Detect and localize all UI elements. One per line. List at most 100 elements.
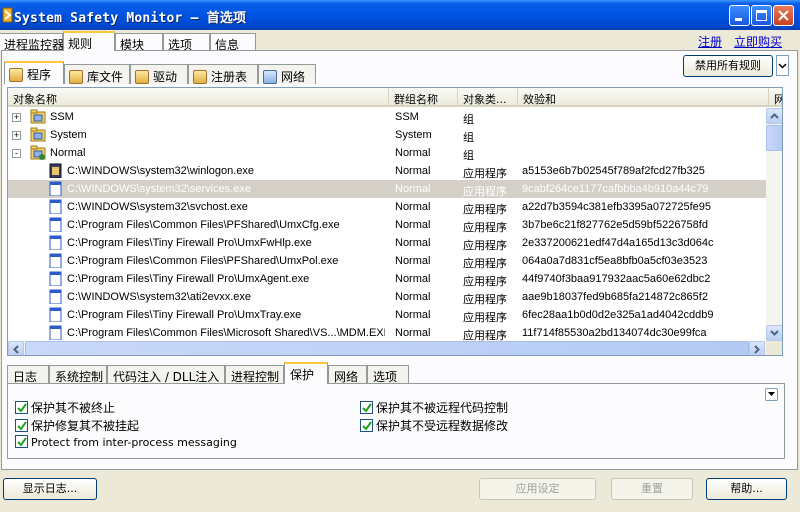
table-row[interactable]: C:\WINDOWS\system32\winlogon.exe Normal 应用… — [8, 162, 766, 180]
tab-info[interactable]: 信息 — [210, 33, 256, 52]
checkbox-protect-remote-data[interactable]: 保护其不受远程数据修改 — [360, 417, 508, 434]
checkbox-box[interactable] — [15, 419, 28, 432]
subtab-registry[interactable]: 注册表 — [188, 64, 258, 84]
cell-object-type: 应用程序 — [463, 294, 507, 306]
scroll-left-button[interactable] — [8, 341, 24, 355]
show-log-button[interactable]: 显示日志... — [3, 478, 97, 500]
subtab-drivers[interactable]: 驱动 — [130, 64, 188, 84]
checkbox-box[interactable] — [15, 435, 28, 448]
checkbox-protect-suspend[interactable]: 保护修复其不被挂起 — [15, 417, 139, 434]
cell-object-type: 应用程序 — [463, 186, 507, 198]
cell-object-name: C:\Program Files\Tiny Firewall Pro\UmxAg… — [67, 273, 310, 285]
checkbox-box[interactable] — [360, 401, 373, 414]
table-row[interactable]: C:\Program Files\Tiny Firewall Pro\UmxTr… — [8, 306, 766, 324]
table-row[interactable]: + System System 组 — [8, 126, 766, 144]
column-checksum[interactable]: 效验和 — [518, 88, 769, 107]
folder-open-icon — [30, 145, 46, 160]
tab-system-control[interactable]: 系统控制 — [49, 365, 107, 384]
table-row[interactable]: C:\Program Files\Common Files\PFShared\U… — [8, 216, 766, 234]
cell-checksum: a5153e6b7b02545f789af2fcd27fb325 — [522, 165, 705, 177]
list-header: 对象名称 群组名称 对象类... 效验和 网 — [8, 88, 782, 107]
tab-process-control[interactable]: 进程控制 — [225, 365, 284, 384]
cell-object-type: 应用程序 — [463, 240, 507, 252]
column-network[interactable]: 网 — [769, 88, 782, 107]
tab-log[interactable]: 日志 — [7, 365, 49, 384]
scroll-up-button[interactable] — [766, 108, 782, 124]
table-row[interactable]: C:\WINDOWS\system32\svchost.exe Normal 应用程… — [8, 198, 766, 216]
cell-checksum: 064a0a7d831cf5ea8bfb0a5cf03e3523 — [522, 255, 708, 267]
subtab-network[interactable]: 网络 — [258, 64, 316, 84]
column-object-type[interactable]: 对象类... — [458, 88, 518, 107]
checkbox-protect-messaging[interactable]: Protect from inter-process messaging — [15, 435, 237, 449]
table-row[interactable]: - Normal Normal 组 — [8, 144, 766, 162]
table-row[interactable]: C:\Program Files\Common Files\Microsoft … — [8, 324, 766, 342]
checkbox-box[interactable] — [360, 419, 373, 432]
horizontal-scroll-thumb[interactable] — [25, 341, 749, 355]
reset-button[interactable]: 重置 — [611, 478, 693, 500]
checkbox-label: 保护修复其不被挂起 — [31, 419, 140, 433]
subtab-programs[interactable]: 程序 — [4, 61, 64, 84]
buy-now-link[interactable]: 立即购买 — [734, 33, 782, 50]
checkbox-box[interactable] — [15, 401, 28, 414]
close-button[interactable] — [773, 5, 794, 26]
file-icon — [49, 307, 62, 322]
main-tab-strip: 进程监控器 规则 模块 选项 信息 — [0, 31, 800, 52]
collapse-icon[interactable]: - — [12, 149, 21, 158]
cell-object-type: 组 — [463, 150, 474, 162]
chevron-left-icon — [13, 345, 19, 354]
cell-group-name: Normal — [395, 273, 431, 285]
minimize-button[interactable] — [729, 5, 750, 26]
scroll-down-button[interactable] — [766, 325, 782, 341]
table-row[interactable]: C:\WINDOWS\system32\services.exe Normal 应用… — [8, 180, 766, 198]
cell-group-name: Normal — [395, 219, 431, 231]
subtab-network-label: 网络 — [281, 70, 306, 84]
expand-icon[interactable]: + — [12, 131, 21, 140]
cell-object-name: Normal — [50, 147, 86, 159]
register-link[interactable]: 注册 — [698, 33, 722, 50]
apply-settings-button[interactable]: 应用设定 — [479, 478, 596, 500]
program-icon — [9, 68, 23, 82]
tab-bottom-options[interactable]: 选项 — [367, 365, 409, 384]
checkbox-protect-remote-code[interactable]: 保护其不被远程代码控制 — [360, 399, 508, 416]
vertical-scrollbar[interactable] — [766, 108, 782, 341]
chevron-up-icon — [770, 113, 779, 119]
collapse-panel-button[interactable] — [765, 388, 778, 401]
help-button[interactable]: 帮助... — [706, 478, 787, 500]
column-object-name[interactable]: 对象名称 — [8, 88, 389, 107]
tab-modules[interactable]: 模块 — [115, 33, 163, 52]
column-group-name[interactable]: 群组名称 — [389, 88, 458, 107]
cell-object-type: 应用程序 — [463, 222, 507, 234]
tab-bottom-network[interactable]: 网络 — [328, 365, 367, 384]
checkbox-protect-terminate[interactable]: 保护其不被终止 — [15, 399, 115, 416]
cell-checksum: 3b7be6c21f827762e5d59bf5226758fd — [522, 219, 708, 231]
tab-protection[interactable]: 保护 — [284, 362, 328, 384]
window-title: System Safety Monitor — 首选项 — [14, 11, 247, 26]
cell-checksum: 44f9740f3baa917932aac5a60e62dbc2 — [522, 273, 711, 285]
cell-object-type: 应用程序 — [463, 312, 507, 324]
disable-all-rules-button[interactable]: 禁用所有规则 — [683, 55, 773, 77]
expand-icon[interactable]: + — [12, 113, 21, 122]
rules-menu-dropdown[interactable] — [776, 55, 789, 76]
scroll-right-button[interactable] — [749, 341, 765, 355]
table-row[interactable]: C:\Program Files\Tiny Firewall Pro\UmxFw… — [8, 234, 766, 252]
check-icon — [362, 403, 372, 413]
maximize-button[interactable] — [751, 5, 772, 26]
table-row[interactable]: C:\Program Files\Common Files\PFShared\U… — [8, 252, 766, 270]
table-row[interactable]: C:\Program Files\Tiny Firewall Pro\UmxAg… — [8, 270, 766, 288]
vertical-scroll-thumb[interactable] — [766, 125, 782, 151]
rules-list[interactable]: 对象名称 群组名称 对象类... 效验和 网 + SSM SSM 组 + System Sy… — [7, 87, 783, 356]
cell-checksum: 6fec28aa1b0d0d2e325a1ad4042cddb9 — [522, 309, 714, 321]
check-icon — [17, 437, 27, 447]
table-row[interactable]: C:\WINDOWS\system32\ati2evxx.exe Normal 应用… — [8, 288, 766, 306]
subtab-libraries[interactable]: 库文件 — [64, 64, 130, 84]
tab-rules[interactable]: 规则 — [63, 31, 115, 51]
tab-code-injection[interactable]: 代码注入 / DLL注入 — [107, 365, 225, 384]
file-icon — [49, 181, 62, 196]
title-bar[interactable]: System Safety Monitor — 首选项 — [0, 0, 800, 30]
tab-options[interactable]: 选项 — [163, 33, 210, 52]
horizontal-scrollbar[interactable] — [8, 341, 766, 355]
cell-object-name: SSM — [50, 111, 74, 123]
table-row[interactable]: + SSM SSM 组 — [8, 108, 766, 126]
tab-process-monitor[interactable]: 进程监控器 — [0, 33, 64, 52]
app-icon — [49, 163, 62, 178]
